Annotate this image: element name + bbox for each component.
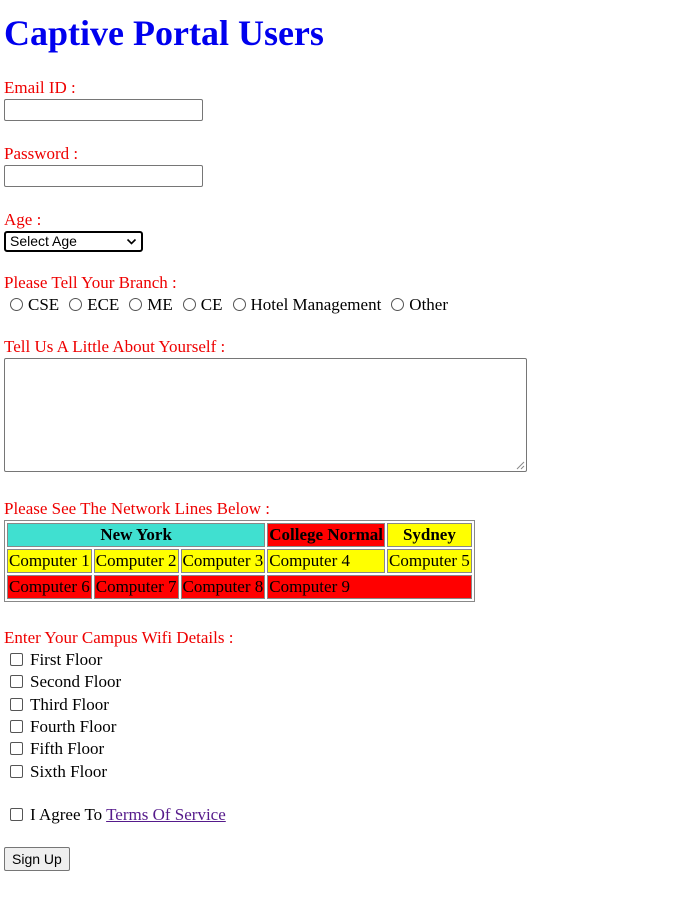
password-label: Password :	[4, 144, 79, 163]
wifi-option[interactable]: Fifth Floor	[4, 739, 104, 759]
network-row: Computer 6 Computer 7 Computer 8 Computer 9	[7, 575, 472, 599]
network-header-cell: New York	[7, 523, 266, 547]
branch-radio[interactable]	[232, 298, 246, 311]
age-selected-value: Select Age	[10, 233, 77, 249]
age-label: Age :	[4, 210, 42, 229]
wifi-checkbox[interactable]	[10, 720, 23, 733]
network-cell: Computer 5	[387, 549, 472, 573]
network-cell: Computer 8	[180, 575, 266, 599]
wifi-option[interactable]: Second Floor	[4, 672, 121, 692]
chevron-down-icon	[126, 238, 137, 245]
branch-radio[interactable]	[182, 298, 196, 311]
branch-radio[interactable]	[10, 298, 23, 311]
email-field[interactable]	[4, 99, 203, 121]
network-header-cell: Sydney	[387, 523, 472, 547]
wifi-option[interactable]: Sixth Floor	[4, 762, 107, 782]
branch-radio[interactable]	[391, 298, 405, 311]
agree-row: I Agree To Terms Of Service	[4, 805, 226, 825]
captive-portal-page: Captive Portal Users Email ID : Password…	[0, 0, 677, 900]
network-header-cell: College Normal	[267, 523, 386, 547]
network-label: Please See The Network Lines Below :	[4, 499, 270, 518]
wifi-option-label: First Floor	[30, 650, 103, 669]
network-header-row: New York College Normal Sydney	[7, 523, 472, 547]
wifi-option-label: Second Floor	[30, 672, 122, 691]
wifi-checkbox[interactable]	[10, 698, 23, 711]
network-table: New York College Normal Sydney Computer 1C…	[4, 520, 475, 602]
branch-radio-group: CSE ECE ME CE Hotel Management Other	[4, 294, 452, 316]
branch-option[interactable]: ECE	[63, 294, 119, 316]
network-cell: Computer 3	[180, 549, 266, 573]
email-label: Email ID :	[4, 78, 76, 97]
network-cell: Computer 6	[7, 575, 92, 599]
wifi-label: Enter Your Campus Wifi Details :	[4, 628, 234, 647]
branch-option-label: CE	[200, 295, 223, 314]
branch-option[interactable]: CSE	[4, 294, 59, 316]
wifi-option-label: Fourth Floor	[30, 717, 117, 736]
wifi-option[interactable]: Fourth Floor	[4, 717, 116, 737]
wifi-checkbox[interactable]	[10, 765, 23, 778]
wifi-option-label: Fifth Floor	[30, 739, 105, 758]
branch-option[interactable]: CE	[177, 294, 223, 316]
branch-option-label: Other	[409, 295, 449, 314]
network-cell: Computer 9	[267, 575, 472, 599]
branch-option-label: ECE	[87, 295, 120, 314]
branch-option[interactable]: Other	[385, 294, 448, 316]
age-select[interactable]: Select Age	[4, 231, 143, 252]
wifi-checkbox[interactable]	[10, 675, 23, 688]
wifi-checkbox[interactable]	[10, 742, 23, 755]
network-cell: Computer 2	[93, 549, 179, 573]
wifi-checkbox[interactable]	[10, 653, 23, 666]
network-cell: Computer 4	[267, 549, 386, 573]
resize-handle-icon[interactable]	[515, 460, 525, 470]
branch-label: Please Tell Your Branch :	[4, 273, 177, 292]
sign-up-button[interactable]: Sign Up	[4, 847, 70, 871]
wifi-option-label: Sixth Floor	[30, 762, 107, 781]
branch-radio[interactable]	[129, 298, 143, 311]
branch-option-label: Hotel Management	[250, 295, 382, 314]
network-row: Computer 1 Computer 2 Computer 3 Computer 4…	[7, 549, 472, 573]
branch-option-label: ME	[147, 295, 173, 314]
branch-option[interactable]: Hotel Management	[227, 294, 382, 316]
network-cell: Computer 1	[7, 549, 92, 573]
about-label: Tell Us A Little About Yourself :	[4, 337, 226, 356]
branch-option-label: CSE	[28, 295, 60, 314]
wifi-option[interactable]: First Floor	[4, 650, 102, 670]
branch-radio[interactable]	[69, 298, 83, 311]
terms-of-service-link[interactable]: Terms Of Service	[106, 805, 226, 824]
network-cell: Computer 7	[93, 575, 179, 599]
about-textarea[interactable]	[4, 358, 527, 472]
wifi-option-label: Third Floor	[30, 695, 109, 714]
password-field[interactable]	[4, 165, 203, 187]
agree-text: I Agree To	[30, 805, 103, 824]
agree-checkbox[interactable]	[10, 808, 23, 821]
page-title: Captive Portal Users	[4, 13, 324, 53]
branch-option[interactable]: ME	[123, 294, 173, 316]
wifi-option[interactable]: Third Floor	[4, 695, 109, 715]
